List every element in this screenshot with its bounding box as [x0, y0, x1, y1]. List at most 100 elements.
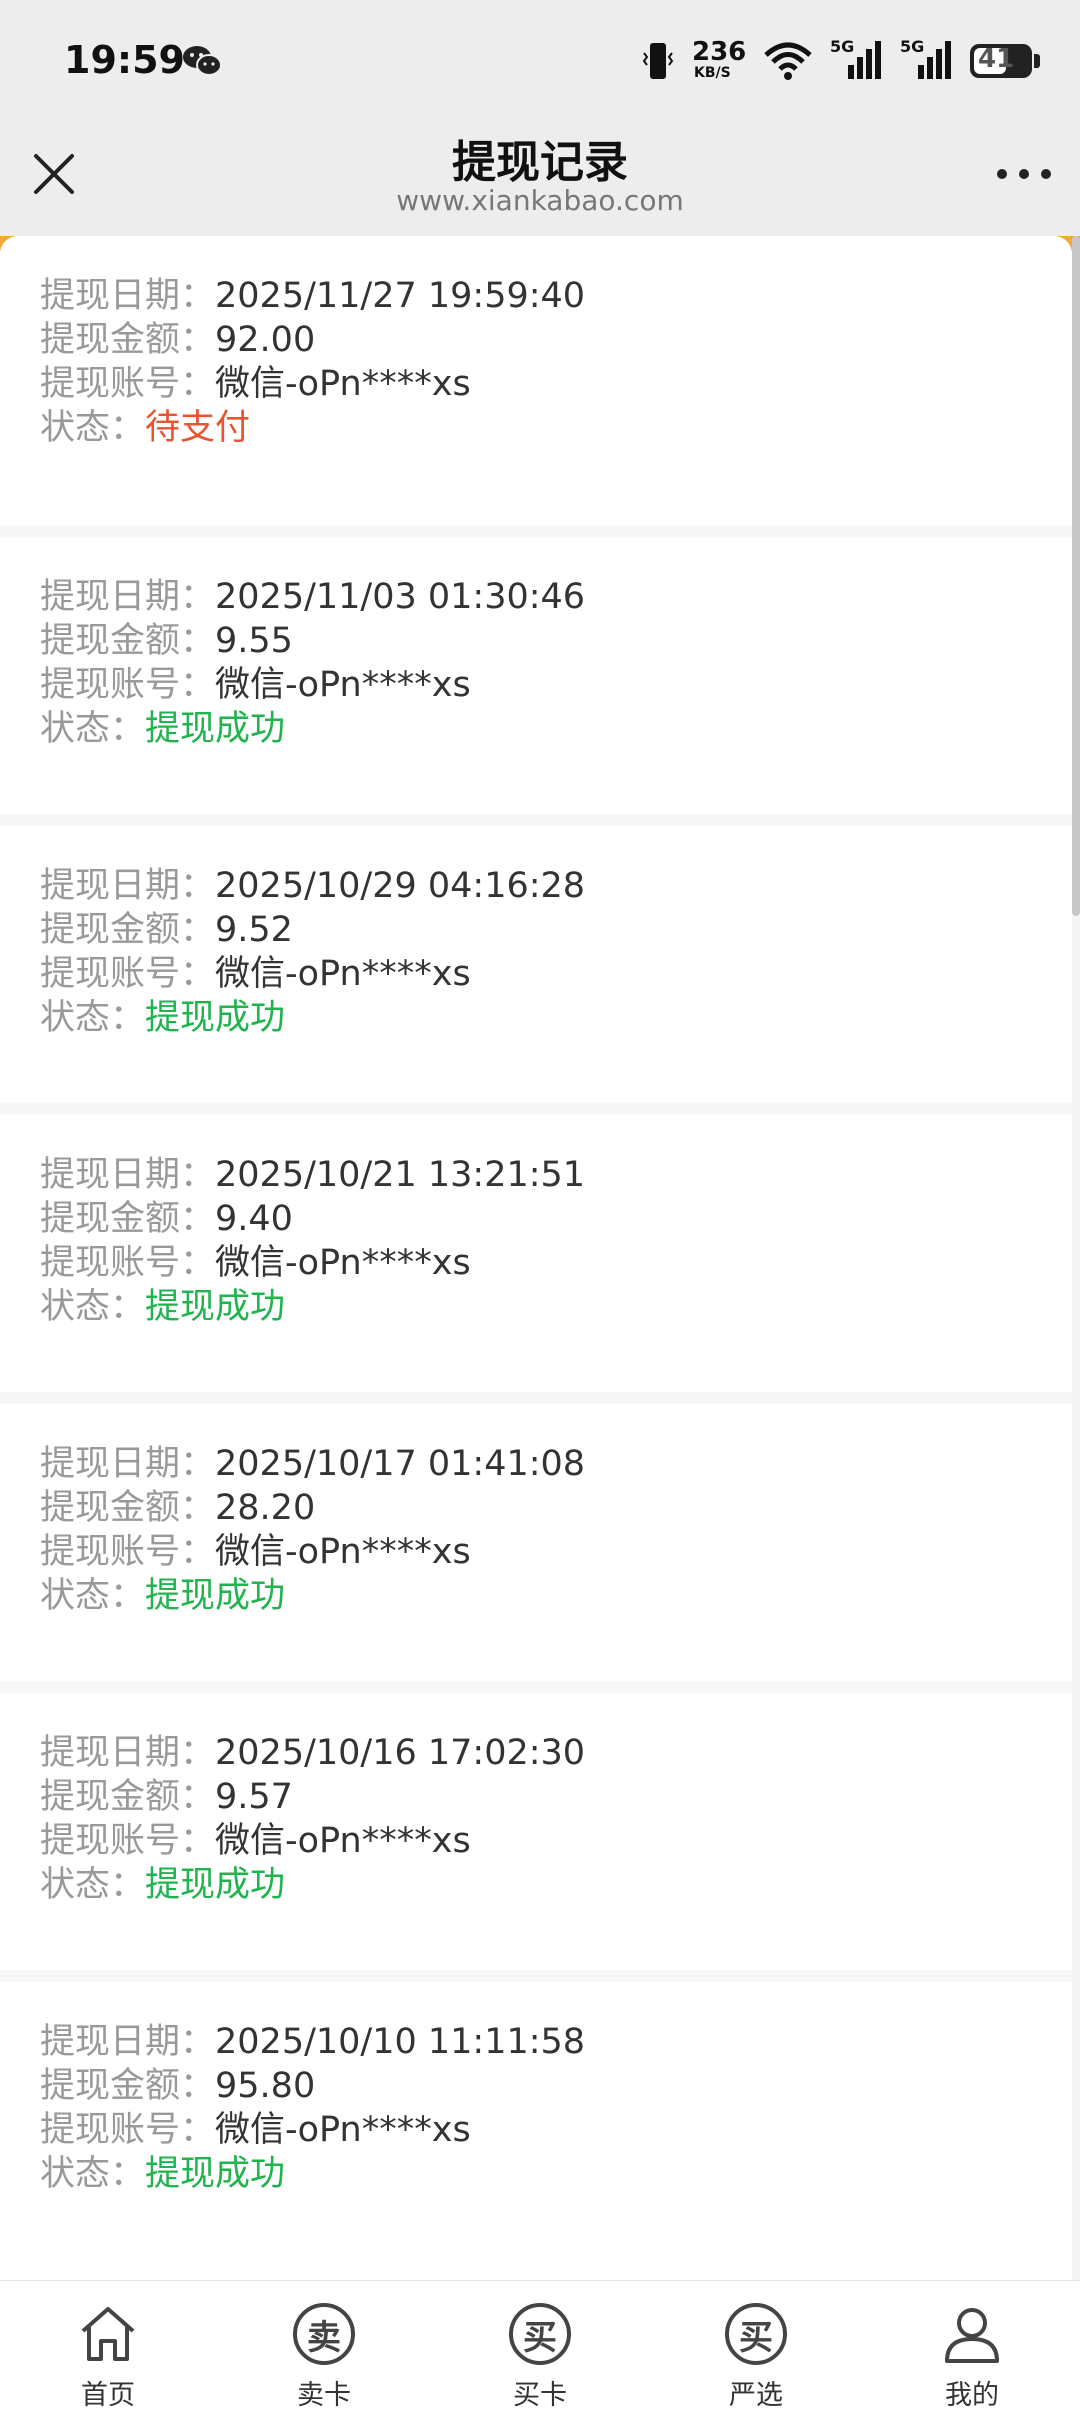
network-speed: 236 KB/S: [692, 37, 747, 81]
scrollbar[interactable]: [1072, 236, 1080, 916]
record-date-label: 提现日期：: [40, 276, 216, 316]
record-status-row: 状态：提现成功: [40, 2152, 1072, 2196]
nav-home[interactable]: 首页: [0, 2281, 216, 2412]
record-account-label: 提现账号：: [40, 1532, 216, 1572]
record-amount-row: 提现金额：28.20: [40, 1486, 1072, 1530]
record-account-label: 提现账号：: [40, 2110, 216, 2150]
record-account-value: 微信-oPn****xs: [215, 665, 471, 705]
record-status-value: 提现成功: [145, 709, 286, 749]
record-amount-label: 提现金额：: [40, 1199, 216, 1239]
record-amount-value: 9.57: [215, 1777, 293, 1817]
record-date-label: 提现日期：: [40, 1444, 216, 1484]
record-account-row: 提现账号：微信-oPn****xs: [40, 362, 1072, 406]
withdrawal-record: 提现日期：2025/10/17 01:41:08 提现金额：28.20 提现账号：微…: [0, 1392, 1072, 1681]
nav-sell-card[interactable]: 卖 卖卡: [216, 2281, 432, 2412]
nav-label: 首页: [81, 2380, 135, 2411]
record-date-label: 提现日期：: [40, 1733, 216, 1773]
record-date-value: 2025/10/17 01:41:08: [215, 1444, 586, 1484]
selected-icon: 买: [723, 2301, 789, 2367]
record-status-label: 状态：: [40, 1287, 146, 1327]
record-date-label: 提现日期：: [40, 577, 216, 617]
record-status-value: 提现成功: [145, 2154, 286, 2194]
record-date-value: 2025/10/21 13:21:51: [215, 1155, 586, 1195]
record-account-value: 微信-oPn****xs: [215, 1532, 471, 1572]
withdrawal-record: 提现日期：2025/10/21 13:21:51 提现金额：9.40 提现账号：微信…: [0, 1103, 1072, 1392]
record-date-value: 2025/10/29 04:16:28: [215, 866, 586, 906]
record-amount-label: 提现金额：: [40, 910, 216, 950]
signal-icon-2: 5G: [900, 37, 954, 83]
record-status-row: 状态：提现成功: [40, 1285, 1072, 1329]
record-amount-value: 9.52: [215, 910, 293, 950]
withdrawal-record: 提现日期：2025/10/10 11:11:58 提现金额：95.80 提现账号：微…: [0, 1970, 1072, 2259]
record-amount-row: 提现金额：9.52: [40, 908, 1072, 952]
record-status-label: 状态：: [40, 1576, 146, 1616]
bottom-nav: 首页 卖 卖卡 买 买卡 买 严选 我的: [0, 2280, 1080, 2412]
record-status-value: 提现成功: [145, 1865, 286, 1905]
battery-icon: 41: [970, 42, 1040, 80]
record-status-row: 状态：待支付: [40, 406, 1072, 450]
record-account-value: 微信-oPn****xs: [215, 1243, 471, 1283]
record-amount-label: 提现金额：: [40, 621, 216, 661]
status-bar: 19:59 236 KB/S 5G 5G 41: [0, 0, 1080, 126]
record-status-value: 提现成功: [145, 1287, 286, 1327]
nav-label: 我的: [945, 2380, 999, 2411]
record-amount-value: 9.40: [215, 1199, 293, 1239]
record-date-row: 提现日期：2025/11/03 01:30:46: [40, 575, 1072, 619]
nav-buy-card[interactable]: 买 买卡: [432, 2281, 648, 2412]
record-status-value: 待支付: [145, 408, 251, 448]
record-status-row: 状态：提现成功: [40, 707, 1072, 751]
wifi-icon: [764, 42, 812, 80]
record-status-label: 状态：: [40, 408, 146, 448]
record-date-label: 提现日期：: [40, 866, 216, 906]
nav-profile[interactable]: 我的: [864, 2281, 1080, 2412]
more-icon[interactable]: [992, 148, 1056, 200]
record-amount-value: 92.00: [215, 320, 316, 360]
record-amount-value: 9.55: [215, 621, 293, 661]
record-date-value: 2025/10/16 17:02:30: [215, 1733, 586, 1773]
record-amount-row: 提现金额：9.57: [40, 1775, 1072, 1819]
record-status-label: 状态：: [40, 998, 146, 1038]
record-status-value: 提现成功: [145, 998, 286, 1038]
vibrate-icon: [642, 43, 674, 79]
record-date-row: 提现日期：2025/11/27 19:59:40: [40, 274, 1072, 318]
profile-icon: [945, 2308, 999, 2363]
signal-icon: 5G: [830, 37, 884, 83]
record-date-row: 提现日期：2025/10/10 11:11:58: [40, 2020, 1072, 2064]
record-account-row: 提现账号：微信-oPn****xs: [40, 1241, 1072, 1285]
title-bar: 提现记录 www.xiankabao.com: [0, 126, 1080, 238]
record-amount-label: 提现金额：: [40, 1777, 216, 1817]
record-date-value: 2025/11/27 19:59:40: [215, 276, 586, 316]
home-icon: [81, 2307, 135, 2361]
page-title: 提现记录: [452, 137, 628, 188]
record-status-label: 状态：: [40, 1865, 146, 1905]
withdrawal-list[interactable]: 提现日期：2025/11/27 19:59:40 提现金额：92.00 提现账号：微…: [0, 236, 1072, 2280]
record-date-row: 提现日期：2025/10/21 13:21:51: [40, 1153, 1072, 1197]
record-amount-row: 提现金额：92.00: [40, 318, 1072, 362]
record-status-row: 状态：提现成功: [40, 1574, 1072, 1618]
record-amount-label: 提现金额：: [40, 2066, 216, 2106]
record-account-label: 提现账号：: [40, 1821, 216, 1861]
record-account-row: 提现账号：微信-oPn****xs: [40, 1819, 1072, 1863]
withdrawal-record: 提现日期：2025/11/03 01:30:46 提现金额：9.55 提现账号：微信…: [0, 525, 1072, 814]
record-status-label: 状态：: [40, 2154, 146, 2194]
record-account-value: 微信-oPn****xs: [215, 954, 471, 994]
record-date-row: 提现日期：2025/10/29 04:16:28: [40, 864, 1072, 908]
record-amount-value: 28.20: [215, 1488, 316, 1528]
wechat-icon: [183, 46, 222, 76]
record-amount-value: 95.80: [215, 2066, 316, 2106]
buy-card-icon: 买: [507, 2301, 573, 2367]
nav-label: 卖卡: [297, 2380, 351, 2411]
nav-selected[interactable]: 买 严选: [648, 2281, 864, 2412]
sell-card-icon: 卖: [291, 2301, 357, 2367]
record-status-label: 状态：: [40, 709, 146, 749]
record-account-label: 提现账号：: [40, 364, 216, 404]
record-account-label: 提现账号：: [40, 954, 216, 994]
nav-label: 买卡: [513, 2380, 567, 2411]
record-date-label: 提现日期：: [40, 1155, 216, 1195]
record-status-value: 提现成功: [145, 1576, 286, 1616]
record-amount-label: 提现金额：: [40, 320, 216, 360]
nav-label: 严选: [729, 2380, 783, 2411]
record-date-value: 2025/11/03 01:30:46: [215, 577, 586, 617]
record-account-row: 提现账号：微信-oPn****xs: [40, 1530, 1072, 1574]
record-account-value: 微信-oPn****xs: [215, 364, 471, 404]
